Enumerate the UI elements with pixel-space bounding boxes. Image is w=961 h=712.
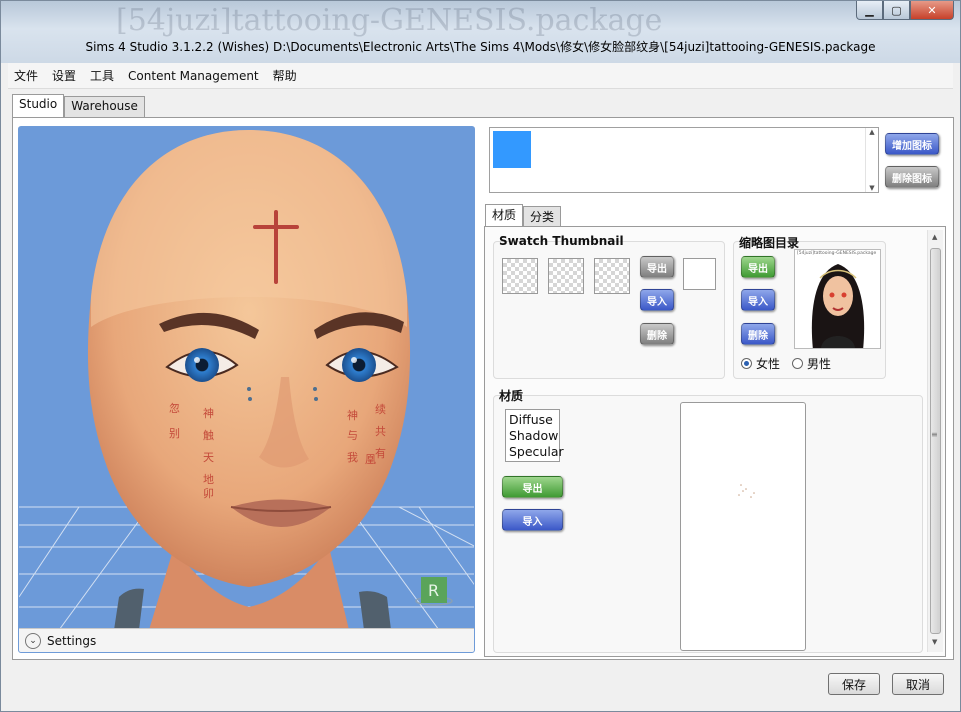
swatch-color-list[interactable]: ▲ ▼ [489, 127, 879, 193]
main-tabs: Studio Warehouse [12, 94, 145, 117]
material-item-specular[interactable]: Specular [509, 444, 564, 460]
r-badge-text: R [428, 581, 439, 600]
menu-bar: 文件 设置 工具 Content Management 帮助 [8, 63, 953, 89]
thumbnail-slot-2[interactable] [548, 258, 584, 294]
cheek-glyph: 共 [375, 425, 386, 438]
sim-thumbnail-image [811, 264, 865, 348]
scroll-up-icon[interactable]: ▲ [869, 128, 874, 136]
radio-male-dot[interactable] [792, 358, 804, 369]
cheek-glyph: 卯 [203, 487, 214, 500]
cheek-glyph: 触 [203, 428, 214, 442]
app-window: [54juzi]tattooing-GENESIS.package Sims 4… [0, 0, 961, 712]
material-item-shadow[interactable]: Shadow [509, 428, 558, 444]
radio-female[interactable]: 女性 [741, 355, 780, 372]
sim-face-render: 忽 别 神 触 天 地 卯 神 与 我 续 共 有 凰 R [19, 130, 474, 630]
menu-help[interactable]: 帮助 [273, 67, 297, 84]
tab-warehouse[interactable]: Warehouse [64, 96, 145, 117]
material-import-button[interactable]: 导入 [502, 509, 563, 531]
chevron-down-icon[interactable]: ⌄ [25, 632, 41, 649]
cheek-glyph: 天 [203, 451, 214, 464]
cheek-glyph: 神 [347, 408, 358, 422]
scroll-up-icon[interactable]: ▲ [932, 233, 937, 241]
cheek-glyph: 神 [203, 406, 214, 420]
thumb-import-button[interactable]: 导入 [741, 289, 775, 311]
save-button[interactable]: 保存 [828, 673, 880, 695]
radio-male[interactable]: 男性 [792, 355, 831, 372]
swatch-export-button[interactable]: 导出 [640, 256, 674, 278]
swatch-delete-button[interactable]: 删除 [640, 323, 674, 345]
thumb-export-button[interactable]: 导出 [741, 256, 775, 278]
color-swatch[interactable] [493, 131, 531, 168]
material-title: 材质 [499, 389, 524, 403]
ghost-title: [54juzi]tattooing-GENESIS.package [116, 3, 663, 38]
title-bar: [54juzi]tattooing-GENESIS.package Sims 4… [1, 1, 960, 63]
delete-icon-button[interactable]: 删除图标 [885, 166, 939, 188]
tab-studio[interactable]: Studio [12, 94, 65, 117]
3d-viewport[interactable]: 忽 别 神 触 天 地 卯 神 与 我 续 共 有 凰 R ⌄ Settings [18, 126, 475, 653]
close-button[interactable]: ✕ [910, 1, 954, 20]
cheek-glyph: 与 [347, 429, 358, 442]
scroll-down-icon[interactable]: ▼ [932, 638, 937, 646]
tab-category[interactable]: 分类 [523, 206, 562, 226]
cancel-button[interactable]: 取消 [892, 673, 944, 695]
material-export-button[interactable]: 导出 [502, 476, 563, 498]
material-preview-texture [738, 484, 755, 498]
settings-bar[interactable]: ⌄ Settings [19, 628, 474, 652]
menu-tools[interactable]: 工具 [90, 67, 114, 84]
scroll-down-icon[interactable]: ▼ [869, 184, 874, 192]
material-item-diffuse[interactable]: Diffuse [509, 412, 556, 428]
menu-settings[interactable]: 设置 [52, 67, 76, 84]
sim-thumbnail-preview: [54juzi]tattooing-GENESIS.package [794, 249, 881, 349]
window-controls: ▁ ▢ ✕ [856, 1, 954, 20]
swatch-list-scrollbar[interactable]: ▲ ▼ [865, 128, 878, 192]
cheek-glyph: 地 [203, 473, 214, 486]
radio-male-label: 男性 [807, 357, 832, 371]
scrollbar-thumb[interactable] [930, 248, 941, 634]
material-preview [680, 402, 806, 651]
material-list[interactable]: Diffuse Shadow Specular [505, 409, 564, 462]
cheek-glyph: 我 [347, 451, 358, 464]
radio-female-label: 女性 [756, 357, 781, 371]
menu-file[interactable]: 文件 [14, 67, 38, 84]
cheek-glyph: 忽 [169, 401, 180, 415]
thumbnail-slot-1[interactable] [502, 258, 538, 294]
minimize-button[interactable]: ▁ [856, 1, 883, 20]
gender-options: 女性 男性 [741, 355, 843, 372]
menu-content-management[interactable]: Content Management [128, 69, 259, 83]
sub-tabs: 材质 分类 [485, 204, 562, 226]
thumbnail-slot-3[interactable] [594, 258, 630, 294]
thumbnail-dir-title: 缩略图目录 [739, 236, 800, 250]
maximize-button[interactable]: ▢ [883, 1, 910, 20]
cheek-glyph: 续 [375, 402, 386, 416]
cheek-glyph: 有 [375, 446, 386, 460]
radio-female-dot[interactable] [741, 358, 752, 369]
add-icon-button[interactable]: 增加图标 [885, 133, 939, 155]
swatch-preview-box [683, 258, 716, 290]
panel-scrollbar[interactable]: ▲ ≡ ▼ [927, 230, 943, 652]
settings-label: Settings [47, 633, 97, 648]
thumb-delete-button[interactable]: 删除 [741, 323, 775, 345]
cheek-glyph: 别 [169, 427, 180, 440]
window-title: Sims 4 Studio 3.1.2.2 (Wishes) D:\Docume… [85, 40, 876, 54]
grip-icon: ≡ [931, 430, 938, 439]
cheek-glyph: 凰 [365, 453, 376, 466]
swatch-import-button[interactable]: 导入 [640, 289, 674, 311]
tab-material[interactable]: 材质 [485, 204, 524, 226]
swatch-thumbnail-title: Swatch Thumbnail [499, 234, 624, 248]
